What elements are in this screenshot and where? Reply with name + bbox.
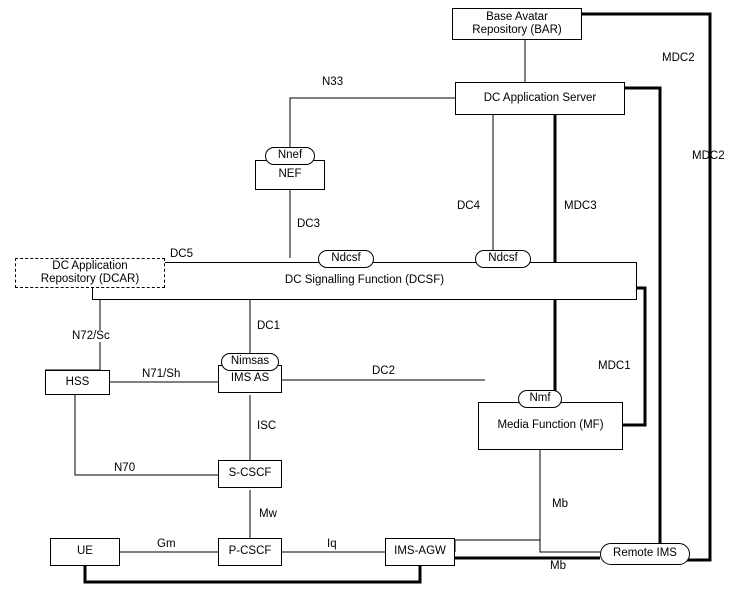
label-mdc2b: MDC2 [690, 150, 727, 162]
label-dc4: DC4 [455, 200, 482, 212]
node-mf: Media Function (MF) [478, 402, 623, 450]
label-dc3: DC3 [295, 218, 322, 230]
node-dcas: DC Application Server [455, 82, 625, 115]
label-mdc1: MDC1 [596, 360, 633, 372]
label-iq: Iq [325, 538, 339, 550]
label-mdc2: MDC2 [660, 52, 697, 64]
node-ue: UE [50, 538, 120, 566]
node-nmf: Nmf [518, 390, 562, 408]
node-agw: IMS-AGW [385, 538, 455, 566]
label-mw: Mw [257, 508, 279, 520]
label-mb2: Mb [548, 560, 568, 572]
label-mb1: Mb [550, 498, 570, 510]
label-n70: N70 [112, 462, 137, 474]
node-ndcsf1: Ndcsf [318, 250, 374, 268]
label-n71: N71/Sh [140, 368, 182, 380]
node-scscf: S-CSCF [218, 460, 282, 488]
node-dcar: DC ApplicationRepository (DCAR) [15, 258, 165, 288]
node-hss: HSS [45, 370, 110, 395]
label-gm: Gm [155, 538, 178, 550]
label-dc1: DC1 [255, 320, 282, 332]
label-dc2: DC2 [370, 365, 397, 377]
thick-lines [0, 0, 741, 603]
label-n72: N72/Sc [70, 330, 112, 342]
node-remote-ims: Remote IMS [600, 543, 690, 565]
node-ndcsf2: Ndcsf [475, 250, 531, 268]
label-mdc3: MDC3 [562, 200, 599, 212]
node-nnef: Nnef [265, 147, 315, 165]
label-dc5: DC5 [168, 248, 195, 260]
label-n33: N33 [320, 76, 345, 88]
node-nimsas: Nimsas [221, 353, 279, 371]
label-isc: ISC [255, 420, 278, 432]
node-bar: Base AvatarRepository (BAR) [452, 8, 582, 40]
node-pcscf: P-CSCF [218, 538, 282, 566]
